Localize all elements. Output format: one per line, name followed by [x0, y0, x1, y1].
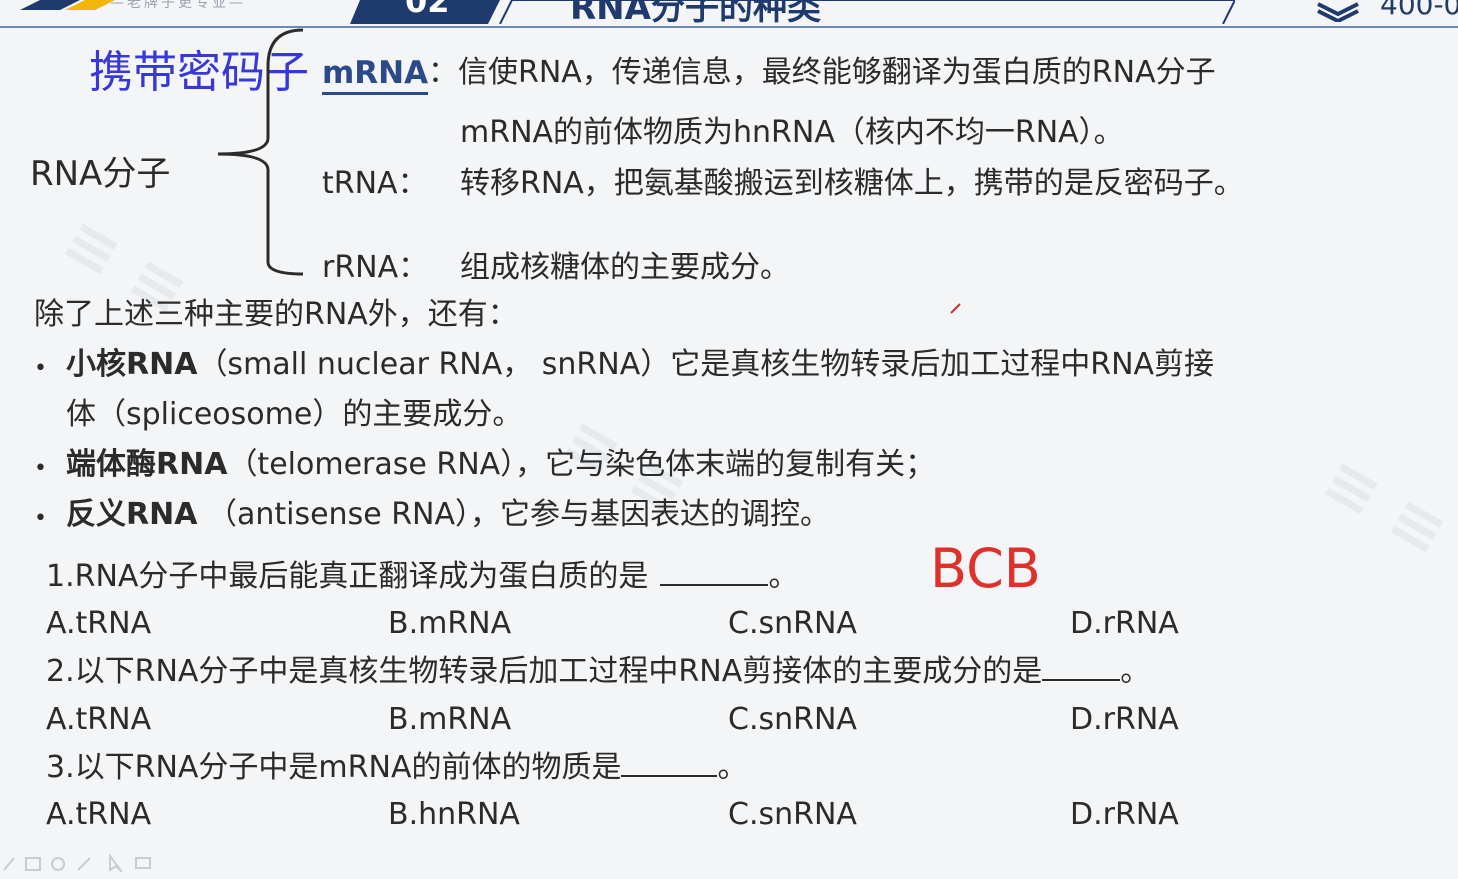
question-end: 。: [717, 750, 748, 785]
brand-logo-icon: [20, 0, 115, 10]
q1-option-a: A.tRNA: [46, 606, 152, 641]
bullet-dot: •: [34, 356, 47, 381]
q2-option-b: B.mRNA: [388, 702, 512, 737]
question-stem: 2.以下RNA分子中是真核生物转录后加工过程中RNA剪接体的主要成分的是: [46, 654, 1043, 689]
layers-logo-icon: [1317, 2, 1359, 22]
screen-icon: [135, 857, 151, 869]
q1-option-b: B.mRNA: [388, 606, 512, 641]
bullet-title: 小核RNA: [66, 347, 198, 382]
bullet-text: （telomerase RNA），它与染色体末端的复制有关；: [227, 447, 936, 482]
rrna-description: 组成核糖体的主要成分。: [460, 250, 790, 285]
marker-icon: [77, 857, 91, 871]
pointer-icon: [109, 853, 123, 873]
slide-header: —老牌子更专业— 02 RNA分子的种类 400-0: [0, 0, 1458, 28]
root-label: RNA分子: [30, 154, 171, 194]
q1-option-c: C.snRNA: [728, 606, 857, 641]
mrna-description: ：信使RNA，传递信息，最终能够翻译为蛋白质的RNA分子: [428, 55, 1216, 90]
slides-icon: [25, 857, 41, 871]
hotline-number: 400-0: [1380, 0, 1458, 21]
bullet-text: （antisense RNA），它参与基因表达的调控。: [197, 497, 831, 532]
mrna-term: mRNA: [322, 54, 429, 95]
other-rna-intro: 除了上述三种主要的RNA外，还有：: [34, 297, 518, 332]
rrna-term: rRNA：: [322, 250, 429, 285]
bullet-title: 反义RNA: [66, 497, 198, 532]
trna-term: tRNA：: [322, 166, 428, 201]
slide-title: RNA分子的种类: [570, 0, 821, 28]
q3-option-a: A.tRNA: [46, 797, 152, 832]
bullet-text: （small nuclear RNA， snRNA）它是真核生物转录后加工过程中…: [197, 347, 1215, 382]
q1-option-d: D.rRNA: [1070, 606, 1179, 641]
bullet-title: 端体酶RNA: [66, 447, 228, 482]
q2-option-a: A.tRNA: [46, 702, 152, 737]
question-end: 。: [768, 559, 799, 594]
q3-option-b: B.hnRNA: [388, 797, 520, 832]
watermark: ≡ ≡: [1310, 442, 1458, 572]
bullet-dot: •: [34, 456, 47, 481]
q2-option-d: D.rRNA: [1070, 702, 1179, 737]
pen-tool-icon: [3, 857, 15, 871]
handwritten-answer: BCB: [930, 537, 1041, 600]
bullet-snrna-continued: 体（spliceosome）的主要成分。: [66, 397, 523, 432]
brand-tagline: —老牌子更专业—: [110, 0, 246, 11]
q2-option-c: C.snRNA: [728, 702, 857, 737]
mrna-precursor-note: mRNA的前体物质为hnRNA（核内不均一RNA）。: [460, 115, 1124, 150]
question-2: 2.以下RNA分子中是真核生物转录后加工过程中RNA剪接体的主要成分的是 。: [46, 653, 1150, 691]
bullet-snrna: 小核RNA（small nuclear RNA， snRNA）它是真核生物转录后…: [66, 346, 1214, 384]
q3-option-d: D.rRNA: [1070, 797, 1179, 832]
question-3: 3.以下RNA分子中是mRNA的前体的物质是 。: [46, 749, 747, 787]
answer-blank: [660, 558, 769, 586]
presentation-toolbar[interactable]: [0, 852, 170, 874]
section-number: 02: [405, 0, 450, 20]
question-stem: 1.RNA分子中最后能真正翻译成为蛋白质的是: [46, 559, 649, 594]
pen-cursor-icon: [950, 303, 961, 314]
q3-option-c: C.snRNA: [728, 797, 857, 832]
search-icon: [51, 857, 65, 871]
curly-brace-icon: [217, 28, 304, 276]
bullet-antisense: 反义RNA （antisense RNA），它参与基因表达的调控。: [66, 496, 830, 534]
question-1: 1.RNA分子中最后能真正翻译成为蛋白质的是 。: [46, 558, 798, 596]
answer-blank: [621, 749, 718, 777]
answer-blank: [1042, 653, 1121, 681]
bullet-dot: •: [34, 506, 47, 531]
question-stem: 3.以下RNA分子中是mRNA的前体的物质是: [46, 750, 622, 785]
trna-description: 转移RNA，把氨基酸搬运到核糖体上，携带的是反密码子。: [460, 166, 1244, 201]
bullet-telomerase: 端体酶RNA（telomerase RNA），它与染色体末端的复制有关；: [66, 446, 935, 484]
question-end: 。: [1120, 654, 1151, 689]
